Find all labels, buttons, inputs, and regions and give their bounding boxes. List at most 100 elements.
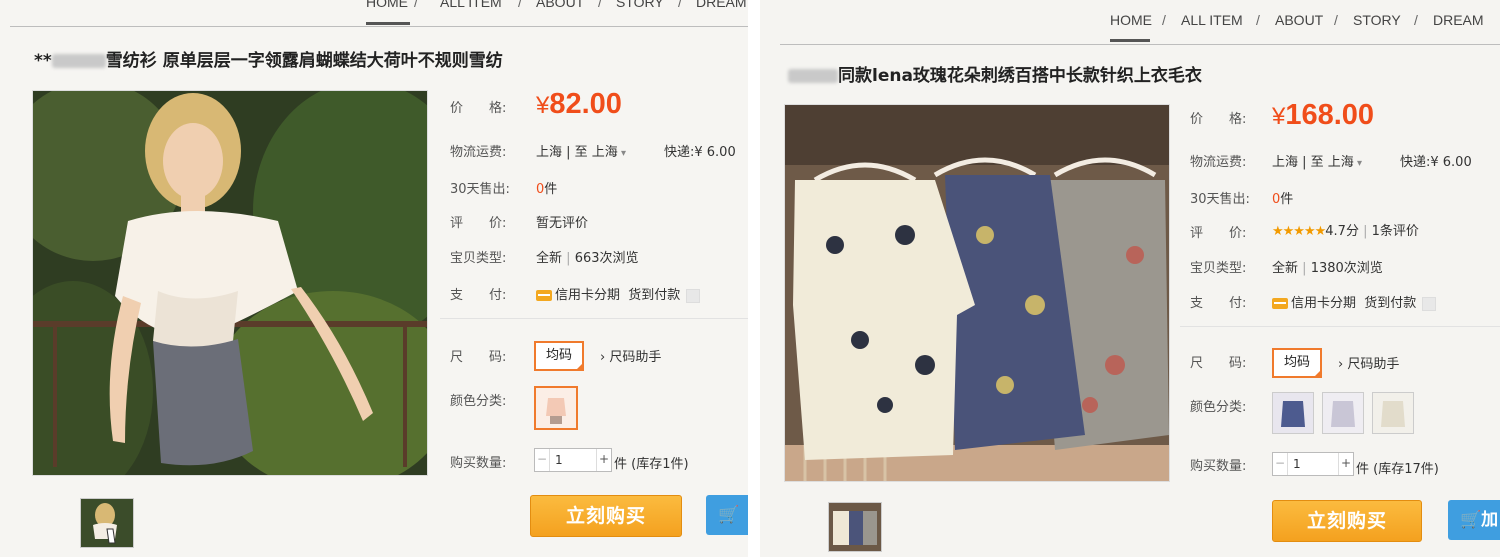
rating-label: 评 价: xyxy=(450,216,507,231)
buy-now-button[interactable]: 立刻购买 xyxy=(1272,500,1422,542)
payment-options[interactable]: 信用卡分期 货到付款 xyxy=(536,284,701,303)
currency-symbol: ¥ xyxy=(536,92,550,119)
nav-dream[interactable]: DREAM xyxy=(1433,12,1484,28)
quantity-stepper[interactable]: − 1 + xyxy=(1272,452,1354,476)
header-divider xyxy=(780,44,1500,45)
pay-credit-installment: 信用卡分期 xyxy=(555,288,621,303)
nav-home[interactable]: HOME xyxy=(1110,12,1152,28)
size-label: 尺 码: xyxy=(450,350,507,365)
nav-about[interactable]: ABOUT xyxy=(1275,12,1323,28)
title-prefix: ** xyxy=(34,51,52,71)
price-amount: 168.00 xyxy=(1285,99,1375,131)
stock-info: 件 (库存17件) xyxy=(1356,458,1439,477)
nav-active-indicator xyxy=(366,22,410,25)
color-label: 颜色分类: xyxy=(1190,400,1247,415)
cart-icon: 🛒 xyxy=(718,505,740,525)
color-swatch-cream[interactable] xyxy=(1372,392,1414,434)
view-count: 663次浏览 xyxy=(574,251,639,266)
shipping-label: 物流运费: xyxy=(1190,155,1247,170)
item-condition: 全新 xyxy=(536,251,563,266)
dropdown-icon[interactable] xyxy=(686,288,701,303)
product-title: ** 雪纺衫 原单层层一字领露肩蝴蝶结大荷叶不规则雪纺 xyxy=(34,46,503,71)
nav-separator: / xyxy=(1256,12,1260,28)
section-divider xyxy=(440,318,748,319)
rating-label: 评 价: xyxy=(1190,226,1247,241)
size-option-text: 均码 xyxy=(1283,355,1310,370)
left-product-screen: HOME / ALL ITEM / ABOUT / STORY / DREAM … xyxy=(0,0,748,557)
stock-count: (库存1件) xyxy=(631,457,689,472)
nav-dream[interactable]: DREAM xyxy=(696,0,747,10)
chevron-down-icon: ▾ xyxy=(1353,158,1362,169)
size-option-text: 均码 xyxy=(545,348,572,363)
sold-unit: 件 xyxy=(1280,192,1294,207)
price-amount: 82.00 xyxy=(549,88,622,120)
add-to-cart-label: 加 xyxy=(1481,510,1499,530)
color-label: 颜色分类: xyxy=(450,394,507,409)
sold-unit: 件 xyxy=(544,182,558,197)
nav-separator: / xyxy=(518,0,522,10)
payment-label: 支 付: xyxy=(450,288,507,303)
rating-count[interactable]: 1条评价 xyxy=(1372,224,1419,239)
credit-card-icon xyxy=(1272,298,1288,309)
pay-cash-on-delivery: 货到付款 xyxy=(1364,296,1417,311)
image-thumbnail[interactable] xyxy=(80,498,134,548)
product-title: 同款lena玫瑰花朵刺绣百搭中长款针织上衣毛衣 xyxy=(788,61,1202,86)
buy-now-button[interactable]: 立刻购买 xyxy=(530,495,682,537)
product-main-image[interactable] xyxy=(32,90,428,476)
price-label: 价 格: xyxy=(450,101,507,116)
quantity-decrease-button[interactable]: − xyxy=(1273,453,1288,475)
price-value: ¥168.00 xyxy=(1272,99,1374,132)
price-value: ¥82.00 xyxy=(536,88,622,121)
nav-home[interactable]: HOME xyxy=(366,0,408,10)
size-label: 尺 码: xyxy=(1190,356,1247,371)
rating-value[interactable]: ★★★★★4.7分 | 1条评价 xyxy=(1272,220,1419,239)
blurred-shop-name xyxy=(788,69,838,83)
sold-label: 30天售出: xyxy=(1190,192,1250,207)
price-label: 价 格: xyxy=(1190,112,1247,127)
shipping-destination[interactable]: 上海 | 至 上海 ▾ xyxy=(536,141,626,160)
quantity-label: 购买数量: xyxy=(1190,459,1247,474)
quantity-decrease-button[interactable]: − xyxy=(535,449,550,471)
top-nav: HOME / ALL ITEM / ABOUT / STORY / DREAM xyxy=(760,0,1500,42)
quantity-value[interactable]: 1 xyxy=(1293,457,1301,471)
stock-count: (库存17件) xyxy=(1373,462,1439,477)
rating-value[interactable]: 暂无评价 xyxy=(536,212,588,231)
size-option-selected[interactable]: 均码 xyxy=(534,341,584,371)
quantity-stepper[interactable]: − 1 + xyxy=(534,448,612,472)
color-swatch-blue[interactable] xyxy=(1272,392,1314,434)
color-swatch-selected[interactable] xyxy=(534,386,578,430)
product-main-image[interactable] xyxy=(784,104,1170,482)
header-divider xyxy=(10,26,748,27)
nav-all-item[interactable]: ALL ITEM xyxy=(1181,12,1243,28)
blurred-shop-name xyxy=(51,54,106,68)
quantity-increase-button[interactable]: + xyxy=(1338,453,1353,475)
sold-value: 0件 xyxy=(1272,188,1293,207)
payment-options[interactable]: 信用卡分期 货到付款 xyxy=(1272,292,1437,311)
size-option-selected[interactable]: 均码 xyxy=(1272,348,1322,378)
nav-all-item[interactable]: ALL ITEM xyxy=(440,0,502,10)
quantity-unit: 件 xyxy=(614,457,628,472)
nav-active-indicator xyxy=(1110,39,1150,42)
add-to-cart-button[interactable]: 🛒加 xyxy=(1448,500,1500,540)
quantity-increase-button[interactable]: + xyxy=(596,449,611,471)
add-to-cart-button[interactable]: 🛒 xyxy=(706,495,748,535)
item-condition: 全新 xyxy=(1272,261,1299,276)
shipping-express: 快递:¥ 6.00 xyxy=(1400,155,1472,170)
shipping-route: 上海 | 至 上海 xyxy=(1272,155,1354,170)
size-helper-link[interactable]: › 尺码助手 xyxy=(1338,353,1399,372)
shipping-destination[interactable]: 上海 | 至 上海 ▾ xyxy=(1272,151,1362,170)
nav-story[interactable]: STORY xyxy=(1353,12,1401,28)
credit-card-icon xyxy=(536,290,552,301)
nav-separator: / xyxy=(1162,12,1166,28)
quantity-unit: 件 xyxy=(1356,462,1370,477)
image-thumbnail[interactable] xyxy=(828,502,882,552)
quantity-value[interactable]: 1 xyxy=(555,453,563,467)
pay-cash-on-delivery: 货到付款 xyxy=(628,288,681,303)
nav-about[interactable]: ABOUT xyxy=(536,0,584,10)
view-count: 1380次浏览 xyxy=(1310,261,1383,276)
color-swatch-grey[interactable] xyxy=(1322,392,1364,434)
dropdown-icon[interactable] xyxy=(1422,296,1437,311)
right-product-screen: HOME / ALL ITEM / ABOUT / STORY / DREAM … xyxy=(760,0,1500,557)
size-helper-link[interactable]: › 尺码助手 xyxy=(600,346,661,365)
nav-story[interactable]: STORY xyxy=(616,0,664,10)
